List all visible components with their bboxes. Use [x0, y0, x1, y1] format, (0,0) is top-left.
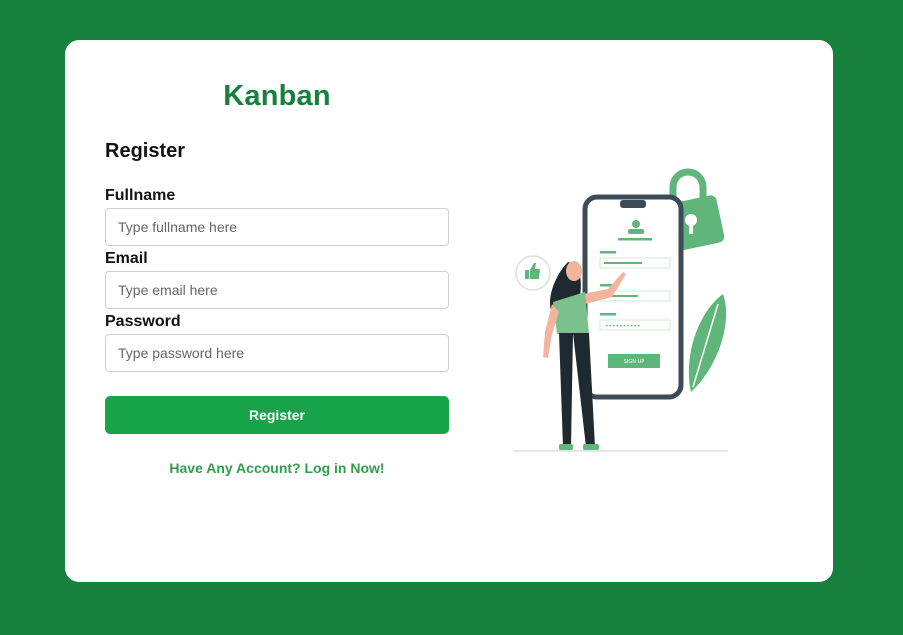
fullname-label: Fullname — [105, 187, 176, 204]
password-input[interactable] — [105, 334, 449, 372]
register-card: Kanban Register Fullname Email Password … — [65, 40, 833, 582]
login-link[interactable]: Have Any Account? Log in Now! — [105, 460, 449, 476]
register-button[interactable]: Register — [105, 396, 449, 434]
brand-title: Kanban — [223, 80, 331, 112]
email-label: Email — [105, 250, 148, 267]
password-dots: •••••••••• — [605, 323, 640, 330]
email-input[interactable] — [105, 271, 449, 309]
thumbs-up-icon — [515, 255, 551, 291]
form-title: Register — [105, 140, 186, 162]
fullname-input[interactable] — [105, 208, 449, 246]
password-label: Password — [105, 313, 181, 330]
registration-illustration: •••••••••• SIGN UP — [513, 168, 728, 452]
phone-signup-text: SIGN UP — [624, 359, 645, 365]
leaf-icon — [688, 294, 727, 392]
